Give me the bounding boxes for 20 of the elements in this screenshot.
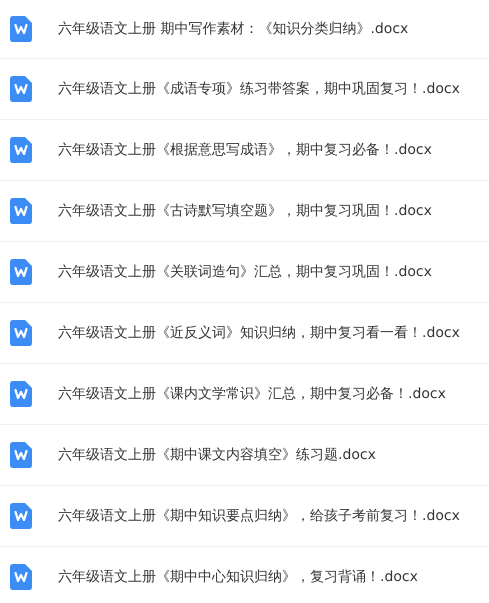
word-document-icon [10, 564, 32, 590]
word-document-icon [10, 137, 32, 163]
word-document-icon [10, 442, 32, 468]
word-document-icon [10, 76, 32, 102]
file-name[interactable]: 六年级语文上册《古诗默写填空题》，期中复习巩固！.docx [58, 202, 432, 220]
file-name[interactable]: 六年级语文上册《根据意思写成语》，期中复习必备！.docx [58, 141, 432, 159]
word-document-icon [10, 259, 32, 285]
file-name[interactable]: 六年级语文上册《期中课文内容填空》练习题.docx [58, 446, 376, 464]
file-name[interactable]: 六年级语文上册《成语专项》练习带答案，期中巩固复习！.docx [58, 80, 460, 98]
word-document-icon [10, 320, 32, 346]
file-name[interactable]: 六年级语文上册《课内文学常识》汇总，期中复习必备！.docx [58, 385, 446, 403]
file-name[interactable]: 六年级语文上册 期中写作素材：《知识分类归纳》.docx [58, 20, 408, 38]
word-document-icon [10, 16, 32, 42]
word-document-icon [10, 503, 32, 529]
word-document-icon [10, 381, 32, 407]
file-name[interactable]: 六年级语文上册《近反义词》知识归纳，期中复习看一看！.docx [58, 324, 460, 342]
word-document-icon [10, 198, 32, 224]
file-name[interactable]: 六年级语文上册《期中中心知识归纳》，复习背诵！.docx [58, 568, 418, 586]
file-name[interactable]: 六年级语文上册《关联词造句》汇总，期中复习巩固！.docx [58, 263, 432, 281]
file-name[interactable]: 六年级语文上册《期中知识要点归纳》，给孩子考前复习！.docx [58, 507, 460, 525]
